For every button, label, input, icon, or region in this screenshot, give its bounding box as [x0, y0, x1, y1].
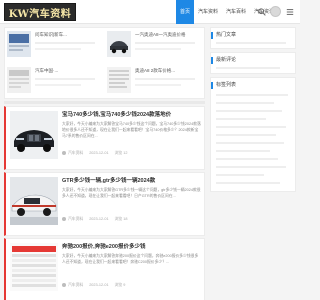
article-meta: 汽车资料 2023-12-01 浏览 9	[62, 282, 202, 288]
tag-link[interactable]	[216, 102, 274, 104]
article-date: 2023-12-01	[89, 283, 109, 287]
section-accent	[211, 57, 213, 64]
sidebar-latest-comments: 最新评论	[210, 52, 296, 74]
text-placeholder-line	[35, 84, 81, 86]
sidebar-title: 最新评论	[216, 57, 237, 63]
featured-card[interactable]: 一汽奥迪A8一汽奥迪价格	[105, 28, 203, 62]
text-placeholder-line	[216, 42, 286, 44]
folder-icon	[62, 283, 66, 287]
tag-link[interactable]	[216, 174, 264, 176]
featured-thumbnail	[7, 31, 31, 57]
section-divider	[4, 101, 205, 104]
nav-item-home[interactable]: 首页	[176, 0, 195, 24]
avatar[interactable]	[270, 6, 281, 17]
article-category[interactable]: 汽车资料	[62, 150, 83, 156]
site-header: KW汽车资料 首页 汽车资料 汽车百科 汽车资讯	[0, 0, 300, 24]
article-views: 浏览 9	[114, 283, 126, 287]
tag-link[interactable]	[216, 126, 286, 128]
featured-card[interactable]: 汽车中国·...	[5, 64, 103, 98]
sidebar-title: 热门文章	[216, 32, 237, 38]
tag-link[interactable]	[216, 110, 282, 112]
featured-thumbnail	[7, 67, 31, 93]
article-category[interactable]: 汽车资料	[62, 216, 83, 222]
article-meta: 汽车资料 2023-12-01 浏览 12	[62, 150, 202, 156]
article-title[interactable]: 宝马740多少钱,宝马740多少钱2024款落地价	[62, 111, 202, 119]
article-views: 浏览 18	[114, 217, 128, 221]
logo-text: KW汽车资料	[8, 8, 72, 20]
featured-card[interactable]: 奥迪A8 2款车价格...	[105, 64, 203, 98]
tag-link[interactable]	[216, 150, 270, 152]
tag-link[interactable]	[216, 182, 280, 184]
sidebar-hot-articles: 热门文章	[210, 27, 296, 49]
section-accent	[211, 82, 213, 89]
nav-item-car-data[interactable]: 汽车资料	[194, 0, 222, 24]
article-title[interactable]: GTR多少钱一辆,gtr多少钱一辆2024款	[62, 177, 202, 185]
article-date: 2023-12-01	[89, 151, 109, 155]
menu-icon[interactable]	[286, 8, 294, 16]
featured-card-title: 问车知识|新车...	[35, 32, 67, 37]
featured-card-title: 一汽奥迪A8一汽奥迪价格	[135, 32, 186, 37]
article-thumbnail	[10, 243, 58, 291]
text-placeholder-line	[135, 48, 181, 50]
search-icon[interactable]	[258, 8, 266, 16]
featured-card-title: 汽车中国·...	[35, 68, 59, 73]
featured-thumbnail	[107, 31, 131, 57]
text-placeholder-line	[135, 78, 195, 80]
sidebar-title: 标签列表	[216, 82, 237, 88]
nav-item-car-wiki[interactable]: 汽车百科	[222, 0, 250, 24]
featured-card[interactable]: 问车知识|新车...	[5, 28, 103, 62]
article-excerpt: 大家好，今天小编来为大家解答奔驰200报价这个问题，奔驰e200报价多少钱很多人…	[62, 254, 199, 264]
tag-link[interactable]	[216, 94, 288, 96]
folder-icon	[62, 151, 66, 155]
article-card[interactable]: GTR多少钱一辆,gtr多少钱一辆2024款 大家好，今天小编来为大家解答GTR…	[4, 172, 205, 236]
featured-block: 问车知识|新车... 一汽奥迪A8一汽奥迪价格 汽车中国·... 奥迪A8 2款…	[4, 27, 205, 99]
text-placeholder-line	[216, 67, 280, 69]
article-thumbnail	[10, 177, 58, 225]
article-meta: 汽车资料 2023-12-01 浏览 18	[62, 216, 202, 222]
article-title[interactable]: 奔驰200报价,奔驰e200报价多少钱	[62, 243, 202, 251]
featured-thumbnail	[107, 67, 131, 93]
article-excerpt: 大家好，今天小编来为大家解答GTR多少钱一辆这个问题，gtr多少钱一辆2024款…	[62, 188, 201, 198]
site-logo[interactable]: KW汽车资料	[4, 3, 76, 21]
text-placeholder-line	[135, 42, 195, 44]
text-placeholder-line	[35, 42, 95, 44]
tag-link[interactable]	[216, 134, 276, 136]
article-views: 浏览 12	[114, 151, 128, 155]
folder-icon	[62, 217, 66, 221]
article-excerpt: 大家好，今天小编来为大家解答宝马740多少钱这个问题，宝马740多少钱2024款…	[62, 122, 201, 138]
text-placeholder-line	[135, 84, 181, 86]
tag-link[interactable]	[216, 118, 266, 120]
article-card[interactable]: 宝马740多少钱,宝马740多少钱2024款落地价 大家好，今天小编来为大家解答…	[4, 106, 205, 170]
text-placeholder-line	[35, 78, 95, 80]
tag-link[interactable]	[216, 142, 284, 144]
sidebar-tag-list: 标签列表	[210, 77, 296, 192]
section-accent	[211, 32, 213, 39]
tag-link[interactable]	[216, 158, 278, 160]
article-card[interactable]: 奔驰200报价,奔驰e200报价多少钱 大家好，今天小编来为大家解答奔驰200报…	[4, 238, 205, 300]
article-thumbnail	[10, 111, 58, 159]
article-category[interactable]: 汽车资料	[62, 282, 83, 288]
text-placeholder-line	[35, 48, 81, 50]
featured-card-title: 奥迪A8 2款车价格...	[135, 68, 176, 73]
tag-link[interactable]	[216, 166, 286, 168]
article-date: 2023-12-01	[89, 217, 109, 221]
